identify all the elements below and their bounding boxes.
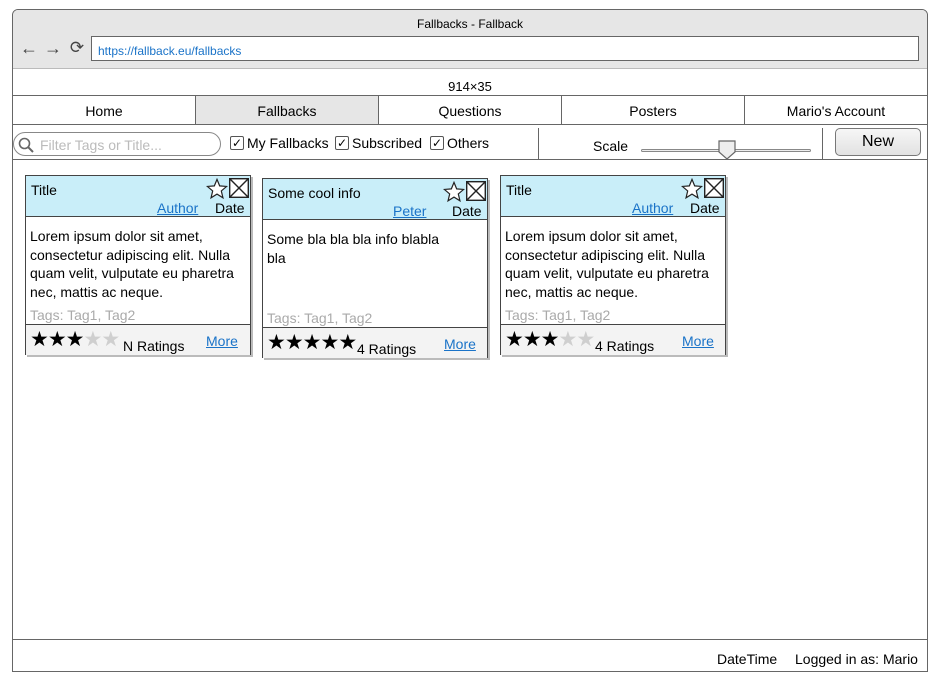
star-filled-icon[interactable]: ★: [320, 331, 339, 354]
main-tabs: Home Fallbacks Questions Posters Mario's…: [13, 96, 927, 125]
card-body: Lorem ipsum dolor sit amet, consectetur …: [505, 228, 709, 300]
card-author-link[interactable]: Author: [157, 200, 198, 216]
status-bar: DateTime Logged in as: Mario: [13, 639, 927, 671]
browser-window: Fallbacks - Fallback ← → ⟳ https://fallb…: [12, 9, 928, 672]
fallback-card: Some cool info Peter Date Some bla bla b…: [262, 178, 488, 358]
rating-stars[interactable]: ★★★★★: [505, 328, 595, 351]
filter-label: My Fallbacks: [247, 135, 329, 151]
ratings-count: N Ratings: [123, 338, 185, 354]
card-header: Some cool info Peter Date: [263, 179, 487, 220]
fallback-card: Title Author Date Lorem ipsum dolor sit …: [500, 175, 726, 355]
star-filled-icon[interactable]: ★: [505, 328, 524, 351]
star-filled-icon[interactable]: ★: [48, 328, 67, 351]
star-empty-icon[interactable]: ★: [83, 328, 102, 351]
card-footer: ★★★★★ 4 Ratings More: [263, 327, 487, 358]
new-button[interactable]: New: [835, 128, 921, 156]
scale-slider-handle[interactable]: [718, 140, 736, 160]
card-header: Title Author Date: [26, 176, 250, 217]
search-input[interactable]: Filter Tags or Title...: [13, 132, 221, 156]
search-icon: [18, 137, 34, 153]
card-tags: Tags: Tag1, Tag2: [30, 307, 136, 323]
filter-subscribed-checkbox[interactable]: ✓ Subscribed: [335, 135, 422, 151]
card-tags: Tags: Tag1, Tag2: [267, 310, 373, 326]
card-header: Title Author Date: [501, 176, 725, 217]
star-empty-icon[interactable]: ★: [558, 328, 577, 351]
tab-questions[interactable]: Questions: [379, 96, 562, 124]
close-icon[interactable]: [466, 181, 486, 201]
fallback-card: Title Author Date Lorem ipsum dolor sit …: [25, 175, 251, 355]
size-label: 914×35: [13, 69, 927, 96]
card-author-link[interactable]: Author: [632, 200, 673, 216]
card-footer: ★★★★★ N Ratings More: [26, 324, 250, 355]
toolbar-divider: [822, 128, 823, 159]
forward-arrow-icon[interactable]: →: [43, 38, 63, 58]
rating-stars[interactable]: ★★★★★: [30, 328, 120, 351]
search-placeholder: Filter Tags or Title...: [40, 137, 162, 153]
card-title: Some cool info: [268, 185, 361, 201]
rating-stars[interactable]: ★★★★★: [267, 331, 357, 354]
tab-posters[interactable]: Posters: [562, 96, 745, 124]
tab-account[interactable]: Mario's Account: [745, 96, 927, 124]
title-bar: Fallbacks - Fallback ← → ⟳ https://fallb…: [13, 10, 927, 69]
card-title: Title: [31, 182, 57, 198]
favorite-star-icon[interactable]: [681, 178, 703, 200]
close-icon[interactable]: [229, 178, 249, 198]
logged-in-user: Logged in as: Mario: [795, 651, 918, 667]
card-title: Title: [506, 182, 532, 198]
close-icon[interactable]: [704, 178, 724, 198]
back-arrow-icon[interactable]: ←: [19, 38, 39, 58]
checkmark-icon: ✓: [430, 136, 444, 150]
card-date: Date: [690, 200, 720, 216]
more-link[interactable]: More: [682, 333, 714, 349]
ratings-count: 4 Ratings: [595, 338, 655, 354]
more-link[interactable]: More: [206, 333, 238, 349]
url-bar[interactable]: https://fallback.eu/fallbacks: [91, 36, 919, 61]
card-tags: Tags: Tag1, Tag2: [505, 307, 611, 323]
tab-fallbacks[interactable]: Fallbacks: [196, 96, 379, 124]
reload-icon[interactable]: ⟳: [67, 38, 87, 58]
scale-label: Scale: [593, 138, 629, 154]
filter-label: Others: [447, 135, 490, 151]
favorite-star-icon[interactable]: [443, 181, 465, 203]
filter-toolbar: Filter Tags or Title... ✓ My Fallbacks ✓…: [13, 125, 927, 160]
tab-home[interactable]: Home: [13, 96, 196, 124]
checkmark-icon: ✓: [230, 136, 244, 150]
star-filled-icon[interactable]: ★: [541, 328, 560, 351]
filter-label: Subscribed: [352, 135, 423, 151]
window-title: Fallbacks - Fallback: [416, 17, 524, 31]
more-link[interactable]: More: [444, 336, 476, 352]
star-filled-icon[interactable]: ★: [30, 328, 49, 351]
star-filled-icon[interactable]: ★: [338, 331, 357, 354]
card-date: Date: [215, 200, 245, 216]
card-author-link[interactable]: Peter: [393, 203, 426, 219]
card-date: Date: [452, 203, 482, 219]
toolbar-divider: [538, 128, 539, 159]
card-body: Some bla bla bla info blabla bla: [267, 231, 440, 266]
filter-my-fallbacks-checkbox[interactable]: ✓ My Fallbacks: [230, 135, 329, 151]
star-filled-icon[interactable]: ★: [285, 331, 304, 354]
star-filled-icon[interactable]: ★: [303, 331, 322, 354]
star-filled-icon[interactable]: ★: [267, 331, 286, 354]
star-filled-icon[interactable]: ★: [523, 328, 542, 351]
star-empty-icon[interactable]: ★: [576, 328, 595, 351]
filter-others-checkbox[interactable]: ✓ Others: [430, 135, 489, 151]
checkmark-icon: ✓: [335, 136, 349, 150]
star-empty-icon[interactable]: ★: [101, 328, 120, 351]
ratings-count: 4 Ratings: [357, 341, 417, 357]
card-body: Lorem ipsum dolor sit amet, consectetur …: [30, 228, 234, 300]
star-filled-icon[interactable]: ★: [66, 328, 85, 351]
card-footer: ★★★★★ 4 Ratings More: [501, 324, 725, 355]
status-datetime: DateTime: [717, 651, 778, 667]
favorite-star-icon[interactable]: [206, 178, 228, 200]
